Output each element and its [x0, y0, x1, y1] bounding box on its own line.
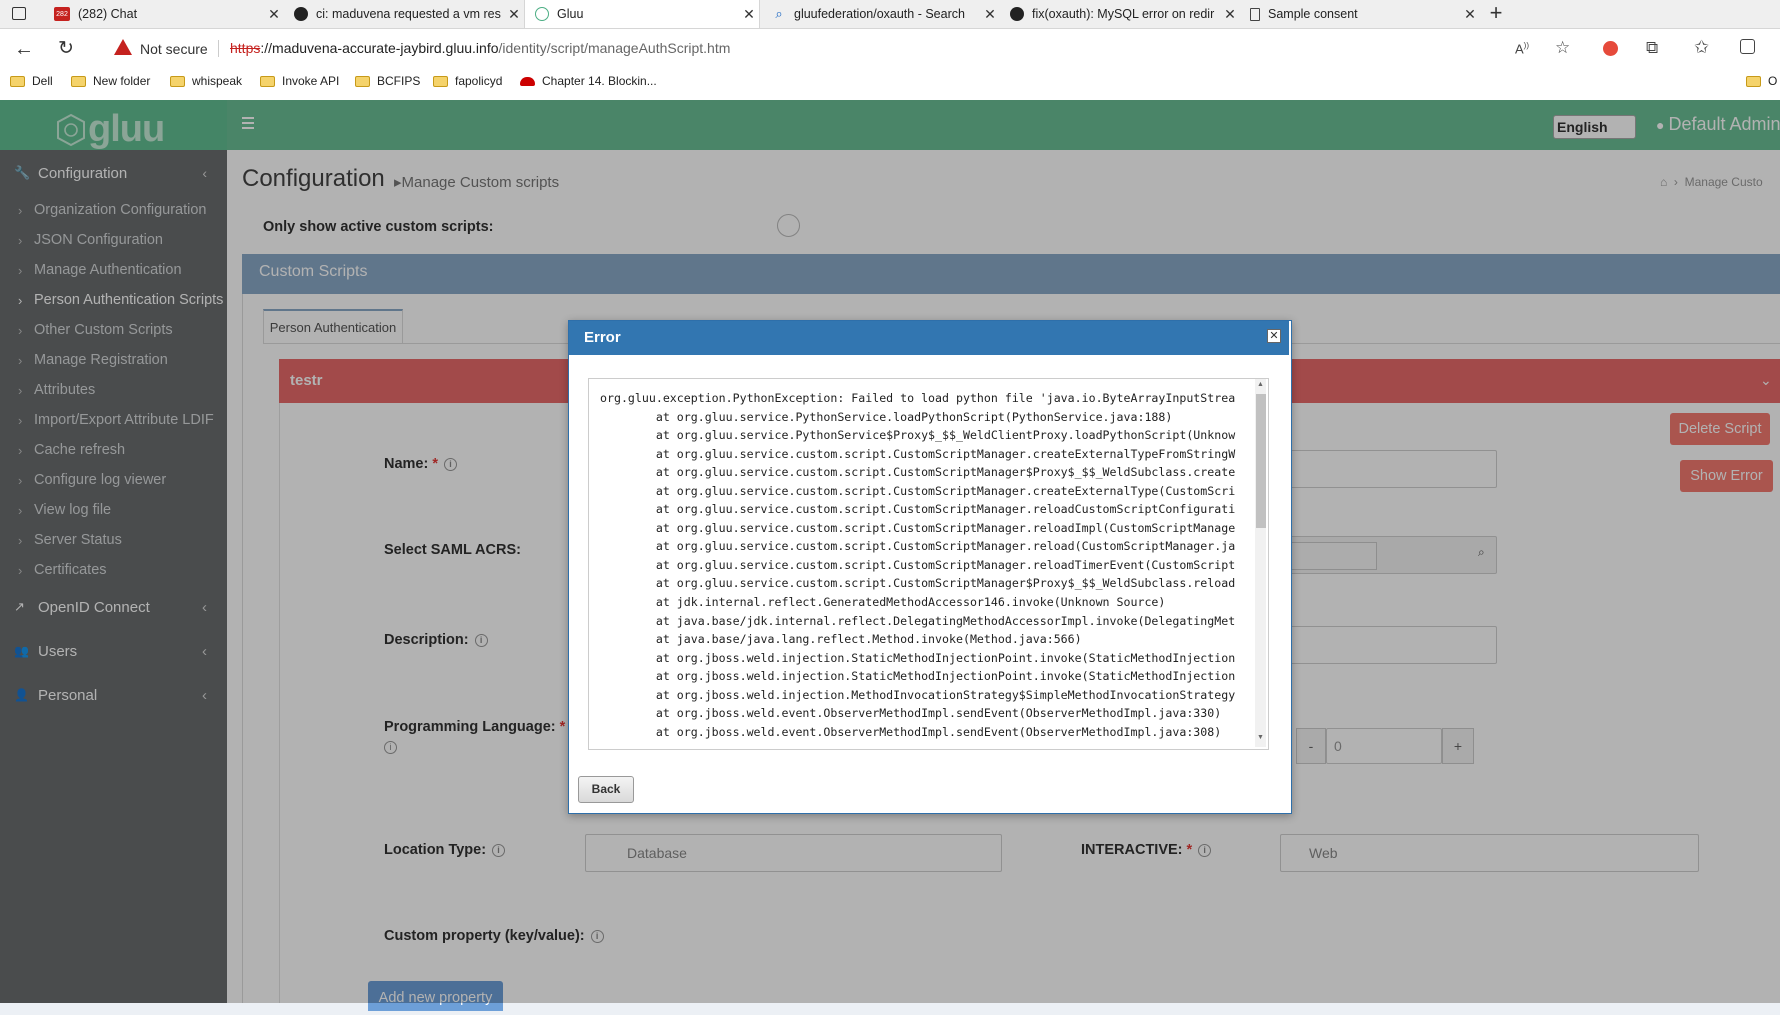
scroll-down-arrow-icon[interactable]: ▼ — [1257, 734, 1264, 741]
trace-scrollbar-thumb[interactable] — [1256, 394, 1266, 528]
favorites-icon[interactable]: ✩ — [1694, 37, 1709, 58]
tab-fix[interactable]: fix(oxauth): MySQL error on redir ✕ — [1000, 0, 1240, 28]
folder-icon — [71, 75, 86, 87]
collections-icon[interactable] — [1740, 39, 1755, 54]
redhat-icon — [520, 76, 535, 86]
error-dialog-title: Error — [584, 329, 621, 346]
extension-red-icon[interactable] — [1603, 41, 1618, 56]
trace-line: at java.base/java.lang.reflect.Method.in… — [600, 632, 1082, 647]
extensions-icon[interactable]: ⧉ — [1646, 38, 1658, 58]
not-secure-label[interactable]: Not secure — [140, 41, 208, 57]
gluu-favicon-icon — [535, 7, 549, 21]
tab-ci[interactable]: ci: maduvena requested a vm res ✕ — [284, 0, 524, 28]
github-icon — [294, 7, 308, 21]
trace-line: at org.jboss.weld.event.ObserverMethodIm… — [600, 706, 1222, 721]
close-tab-icon[interactable]: ✕ — [1460, 6, 1480, 23]
url-text[interactable]: https://maduvena-accurate-jaybird.gluu.i… — [230, 40, 730, 56]
bookmark-invoke-api[interactable]: Invoke API — [260, 70, 339, 92]
chat-favicon-icon: 282 — [54, 7, 70, 21]
close-tab-icon[interactable]: ✕ — [264, 6, 284, 23]
trace-line: at org.gluu.service.PythonService.loadPy… — [600, 409, 1173, 424]
warning-icon — [114, 39, 132, 55]
trace-line: at org.gluu.service.custom.script.Custom… — [600, 446, 1236, 461]
read-aloud-icon[interactable]: A)) — [1515, 41, 1529, 56]
tab-gluu[interactable]: Gluu ✕ — [524, 0, 760, 28]
trace-line: at org.gluu.service.custom.script.Custom… — [600, 539, 1236, 554]
tab-chat[interactable]: 282 (282) Chat ✕ — [44, 0, 284, 28]
trace-line: org.gluu.exception.PythonException: Fail… — [600, 391, 1236, 405]
close-tab-icon[interactable]: ✕ — [1220, 6, 1240, 23]
reload-icon[interactable]: ↻ — [58, 37, 74, 60]
trace-line: at java.base/jdk.internal.reflect.Delega… — [600, 613, 1236, 628]
close-icon[interactable]: ✕ — [1267, 329, 1281, 343]
close-tab-icon[interactable]: ✕ — [980, 6, 1000, 23]
back-icon[interactable]: ← — [14, 38, 34, 61]
tab-search[interactable]: ⌕ gluufederation/oxauth - Search ✕ — [762, 0, 1000, 28]
bookmark-bcfips[interactable]: BCFIPS — [355, 70, 420, 92]
new-tab-button[interactable]: + — [1484, 1, 1508, 25]
trace-line: at org.gluu.service.PythonService$Proxy$… — [600, 428, 1236, 443]
folder-icon — [170, 75, 185, 87]
trace-line: at org.gluu.service.custom.script.Custom… — [600, 465, 1236, 480]
trace-line: at jdk.internal.reflect.GeneratedMethodA… — [600, 595, 1166, 610]
scroll-up-arrow-icon[interactable]: ▲ — [1257, 381, 1264, 388]
trace-line: at org.gluu.service.custom.script.Custom… — [600, 576, 1236, 591]
document-icon — [1250, 7, 1260, 21]
folder-icon — [355, 75, 370, 87]
add-favorite-icon[interactable]: ☆ — [1555, 38, 1570, 58]
trace-line: at org.gluu.service.custom.script.Custom… — [600, 557, 1236, 572]
bookmark-new-folder[interactable]: New folder — [71, 70, 150, 92]
folder-icon — [10, 75, 25, 87]
back-button[interactable]: Back — [578, 776, 634, 803]
error-trace-box[interactable]: org.gluu.exception.PythonException: Fail… — [588, 378, 1269, 750]
trace-line: at org.jboss.weld.injection.StaticMethod… — [600, 650, 1236, 665]
trace-line: at org.gluu.service.custom.script.Custom… — [600, 502, 1236, 517]
bookmark-dell[interactable]: Dell — [10, 70, 53, 92]
omnibox-divider — [218, 40, 219, 57]
folder-icon — [260, 75, 275, 87]
folder-icon — [1746, 75, 1761, 87]
github-icon — [1010, 7, 1024, 21]
folder-icon — [433, 75, 448, 87]
close-tab-icon[interactable]: ✕ — [504, 6, 524, 23]
bookmark-overflow[interactable]: O — [1746, 70, 1777, 92]
trace-line: at org.jboss.weld.injection.StaticMethod… — [600, 669, 1236, 684]
tab-consent[interactable]: Sample consent ✕ — [1240, 0, 1480, 28]
search-icon: ⌕ — [775, 6, 783, 21]
trace-line: at org.gluu.service.custom.script.Custom… — [600, 520, 1236, 535]
close-tab-icon[interactable]: ✕ — [739, 6, 759, 23]
tab-actions-icon[interactable] — [12, 7, 26, 20]
trace-line: at org.jboss.weld.injection.MethodInvoca… — [600, 687, 1236, 702]
trace-line: at org.jboss.weld.event.ObserverMethodIm… — [600, 724, 1222, 739]
bookmark-chapter14[interactable]: Chapter 14. Blockin... — [520, 70, 657, 92]
bookmark-fapolicyd[interactable]: fapolicyd — [433, 70, 502, 92]
error-dialog-header — [569, 321, 1289, 355]
bookmark-whispeak[interactable]: whispeak — [170, 70, 242, 92]
trace-line: at org.gluu.service.custom.script.Custom… — [600, 483, 1236, 498]
error-trace-text: org.gluu.exception.PythonException: Fail… — [589, 379, 1250, 741]
